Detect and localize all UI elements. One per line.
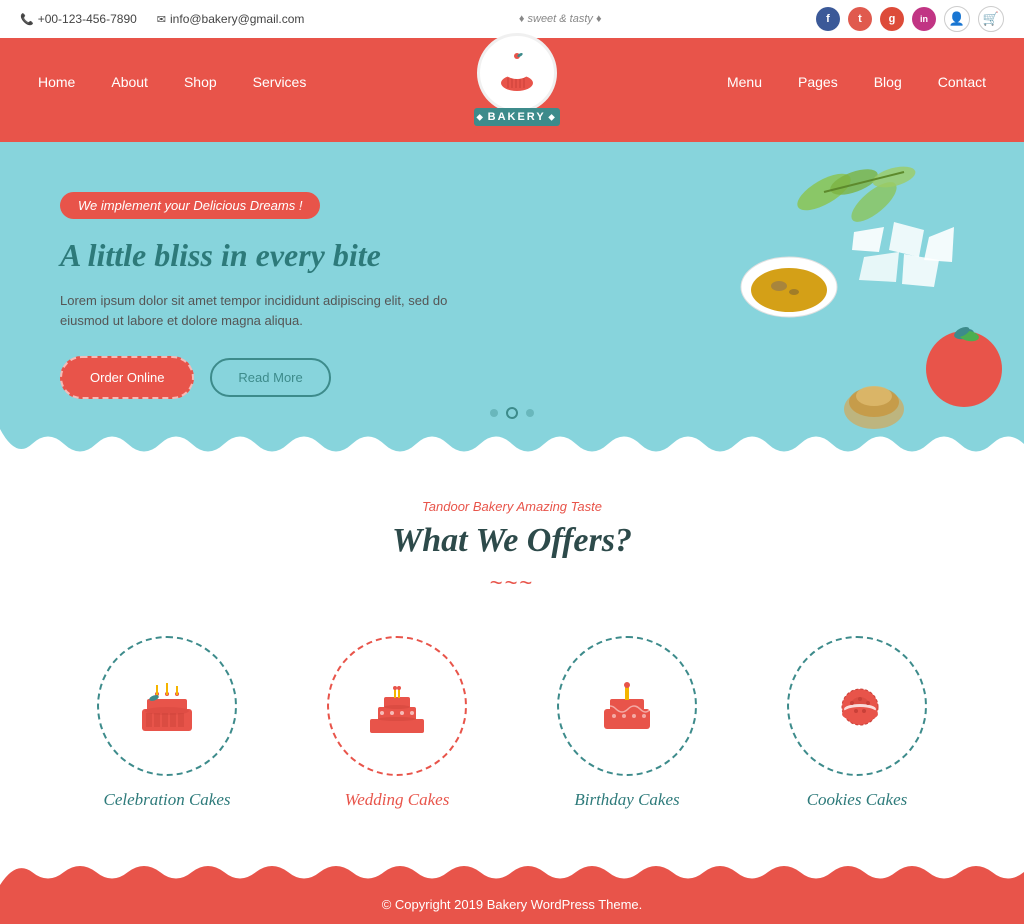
birthday-cake-circle: [557, 636, 697, 776]
social-links: f t g in 👤 🛒: [816, 6, 1004, 32]
offers-divider: ~~~: [20, 570, 1004, 596]
nav-contact[interactable]: Contact: [920, 52, 1004, 112]
birthday-cakes-label: Birthday Cakes: [574, 790, 679, 810]
product-celebration-cakes[interactable]: Celebration Cakes: [67, 636, 267, 810]
dot-1[interactable]: [490, 409, 498, 417]
celebration-cake-icon: [132, 671, 202, 741]
nav-home[interactable]: Home: [20, 52, 93, 112]
user-icon[interactable]: 👤: [944, 6, 970, 32]
nav-shop[interactable]: Shop: [166, 52, 235, 112]
footer: © Copyright 2019 Bakery WordPress Theme.: [0, 885, 1024, 924]
contact-info: 📞 +00-123-456-7890 ✉ info@bakery@gmail.c…: [20, 12, 304, 26]
cookies-cakes-label: Cookies Cakes: [807, 790, 908, 810]
nav-services[interactable]: Services: [235, 52, 325, 112]
birthday-cake-icon: [592, 671, 662, 741]
order-online-button[interactable]: Order Online: [60, 356, 194, 399]
nav-menu[interactable]: Menu: [709, 52, 780, 112]
wedding-cakes-label: Wedding Cakes: [345, 790, 450, 810]
logo[interactable]: BAKERY: [454, 38, 580, 126]
hero-description: Lorem ipsum dolor sit amet tempor incidi…: [60, 291, 480, 333]
email-info: ✉ info@bakery@gmail.com: [157, 12, 305, 26]
product-wedding-cakes[interactable]: Wedding Cakes: [297, 636, 497, 810]
logo-text: BAKERY: [474, 108, 560, 126]
phone-number: +00-123-456-7890: [38, 12, 137, 26]
cookies-cake-icon: [822, 671, 892, 741]
slider-dots: [490, 407, 534, 419]
cart-icon[interactable]: 🛒: [978, 6, 1004, 32]
logo-circle: [477, 33, 557, 113]
header-wave: [0, 124, 1024, 142]
hero-wave-bottom: [0, 429, 1024, 459]
phone-info: 📞 +00-123-456-7890: [20, 12, 137, 26]
email-icon: ✉: [157, 13, 166, 26]
cupcake-svg: [491, 47, 543, 99]
celebration-cake-circle: [97, 636, 237, 776]
nav-left: Home About Shop Services: [20, 52, 324, 112]
celebration-cakes-label: Celebration Cakes: [103, 790, 230, 810]
google-icon[interactable]: g: [880, 7, 904, 31]
tagline: ♦ sweet & tasty ♦: [519, 13, 602, 25]
offers-title: What We Offers?: [20, 522, 1004, 560]
main-header: Home About Shop Services: [0, 38, 1024, 126]
instagram-icon[interactable]: in: [912, 7, 936, 31]
products-grid: Celebration Cakes: [20, 636, 1004, 810]
hero-badge: We implement your Delicious Dreams !: [60, 192, 320, 219]
nav-blog[interactable]: Blog: [856, 52, 920, 112]
product-cookies-cakes[interactable]: Cookies Cakes: [757, 636, 957, 810]
nav-right: Menu Pages Blog Contact: [709, 52, 1004, 112]
wedding-cake-circle: [327, 636, 467, 776]
offers-section: Tandoor Bakery Amazing Taste What We Off…: [0, 459, 1024, 860]
twitter-icon[interactable]: t: [848, 7, 872, 31]
email-address: info@bakery@gmail.com: [170, 12, 304, 26]
facebook-icon[interactable]: f: [816, 7, 840, 31]
product-birthday-cakes[interactable]: Birthday Cakes: [527, 636, 727, 810]
hero-buttons: Order Online Read More: [60, 356, 964, 399]
dot-3[interactable]: [526, 409, 534, 417]
read-more-button[interactable]: Read More: [210, 358, 330, 397]
nav-about[interactable]: About: [93, 52, 166, 112]
tilde-decoration: ~~~: [490, 570, 535, 596]
nav-pages[interactable]: Pages: [780, 52, 856, 112]
hero-section: We implement your Delicious Dreams ! A l…: [0, 142, 1024, 459]
cookies-cake-circle: [787, 636, 927, 776]
offers-subtitle: Tandoor Bakery Amazing Taste: [20, 499, 1004, 514]
hero-content: We implement your Delicious Dreams ! A l…: [60, 192, 964, 399]
hero-title: A little bliss in every bite: [60, 235, 964, 277]
wedding-cake-icon: [362, 671, 432, 741]
dot-2[interactable]: [506, 407, 518, 419]
footer-wave-top: [0, 860, 1024, 885]
footer-text: © Copyright 2019 Bakery WordPress Theme.: [382, 897, 643, 912]
phone-icon: 📞: [20, 13, 34, 26]
